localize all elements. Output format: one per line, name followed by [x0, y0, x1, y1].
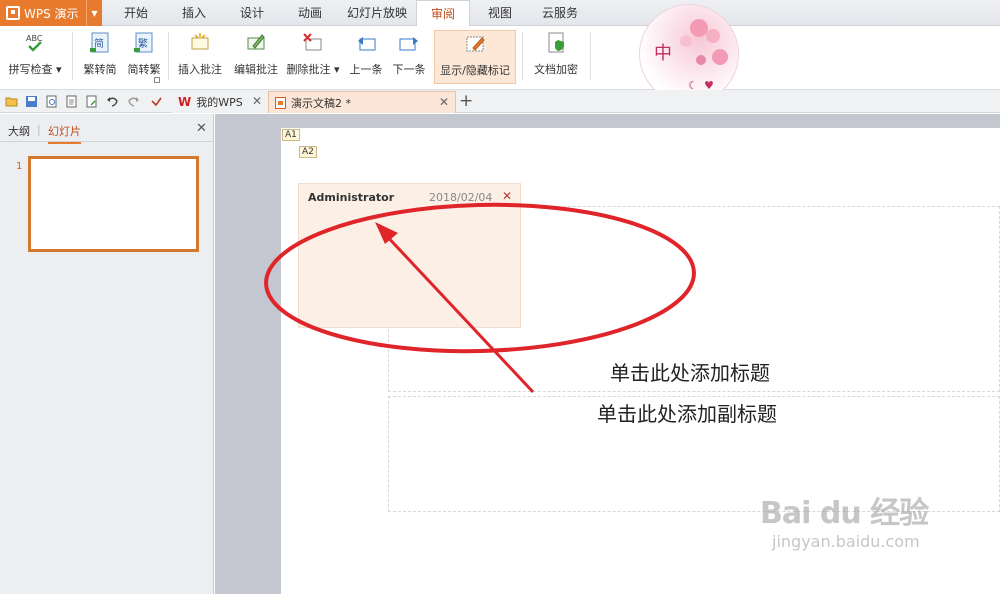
quick-access-toolbar: W 我的WPS ✕ 演示文稿2 * ✕ +: [0, 90, 1000, 113]
encrypt-doc-button[interactable]: 文档加密: [528, 30, 584, 84]
comment-marker-a1[interactable]: A1: [282, 129, 300, 141]
customize-toolbar-icon[interactable]: [150, 95, 163, 108]
delete-comment-icon: [303, 33, 322, 51]
next-comment-label: 下一条: [392, 63, 426, 76]
print-icon[interactable]: [65, 95, 78, 108]
spell-check-label: 拼写检查 ▾: [8, 63, 62, 76]
wps-w-icon: W: [178, 95, 192, 109]
slide-thumbnail[interactable]: [28, 156, 199, 252]
app-menu-button[interactable]: WPS 演示 ▼: [0, 0, 102, 26]
slide-number: 1: [16, 161, 23, 172]
edit-comment-icon: [247, 34, 265, 50]
show-hide-markup-label: 显示/隐藏标记: [440, 64, 510, 77]
ribbon: ABC 拼写检查 ▾ 简 繁转简 繁 简转繁 插入批注 编辑批注 删除批注 ▾ …: [0, 26, 1000, 90]
prev-comment-button[interactable]: 上一条: [345, 30, 387, 84]
presentation-file-icon: [275, 96, 286, 109]
tab-slideshow[interactable]: 幻灯片放映: [345, 0, 409, 26]
close-pane-icon[interactable]: ✕: [196, 121, 207, 136]
simp-to-trad-button[interactable]: 繁 简转繁: [122, 30, 166, 84]
skin-decoration-image: 中 ☾ ♥: [639, 4, 739, 104]
export-icon[interactable]: [85, 95, 98, 108]
simp-to-trad-icon: 繁: [134, 32, 153, 53]
skin-char: 中: [654, 43, 672, 64]
watermark-main: Bai du 经验: [760, 496, 929, 531]
dialog-launcher-icon[interactable]: [154, 77, 160, 83]
next-comment-button[interactable]: 下一条: [388, 30, 430, 84]
comment-date: 2018/02/04: [429, 191, 493, 204]
baidu-watermark: Bai du 经验 jingyan.baidu.com: [760, 488, 929, 551]
doc-tab-presentation[interactable]: 演示文稿2 * ✕: [268, 91, 456, 113]
pane-tabs: 大纲 | 幻灯片 ✕: [0, 114, 213, 144]
open-folder-icon[interactable]: [5, 95, 18, 108]
subtitle-placeholder[interactable]: 单击此处添加副标题: [597, 398, 777, 427]
app-name: WPS 演示: [24, 6, 79, 21]
prev-comment-icon: [358, 37, 376, 51]
insert-comment-label: 插入批注: [178, 63, 222, 76]
trad-to-simp-button[interactable]: 简 繁转简: [78, 30, 122, 84]
tab-insert[interactable]: 插入: [176, 0, 212, 26]
insert-comment-button[interactable]: 插入批注: [174, 30, 226, 84]
undo-icon[interactable]: [106, 95, 119, 108]
new-tab-icon[interactable]: +: [459, 91, 473, 111]
encrypt-doc-icon: [548, 32, 564, 53]
save-icon[interactable]: [25, 95, 38, 108]
show-hide-markup-button[interactable]: 显示/隐藏标记: [434, 30, 516, 84]
pane-tab-divider: |: [37, 123, 41, 136]
trad-to-simp-icon: 简: [90, 32, 109, 53]
tab-outline[interactable]: 大纲: [8, 123, 30, 139]
menu-bar: WPS 演示 ▼ 开始 插入 设计 动画 幻灯片放映 审阅 视图 云服务: [0, 0, 1000, 27]
tab-design[interactable]: 设计: [234, 0, 270, 26]
comment-marker-a2[interactable]: A2: [299, 146, 317, 158]
spell-check-button[interactable]: ABC 拼写检查 ▾: [4, 30, 66, 84]
close-icon[interactable]: ✕: [252, 94, 262, 108]
show-hide-markup-icon: [466, 36, 485, 52]
delete-comment-label: 删除批注 ▾: [286, 63, 340, 76]
encrypt-doc-label: 文档加密: [534, 63, 578, 76]
title-placeholder[interactable]: 单击此处添加标题: [610, 357, 770, 386]
spell-check-icon: ABC: [26, 34, 43, 52]
watermark-sub: jingyan.baidu.com: [772, 532, 920, 551]
tab-review[interactable]: 审阅: [416, 0, 470, 27]
prev-comment-label: 上一条: [349, 63, 383, 76]
tab-cloud[interactable]: 云服务: [536, 0, 584, 26]
wps-logo-icon: [6, 6, 20, 20]
simp-to-trad-label: 简转繁: [127, 63, 161, 76]
tab-start[interactable]: 开始: [118, 0, 154, 26]
trad-to-simp-label: 繁转简: [83, 63, 117, 76]
tab-slides[interactable]: 幻灯片: [48, 123, 81, 144]
close-icon[interactable]: ✕: [439, 95, 449, 109]
print-preview-icon[interactable]: [45, 95, 58, 108]
edit-comment-button[interactable]: 编辑批注: [230, 30, 282, 84]
comment-box[interactable]: Administrator 2018/02/04 ✕: [298, 183, 521, 328]
tab-animation[interactable]: 动画: [292, 0, 328, 26]
close-comment-icon[interactable]: ✕: [502, 189, 512, 203]
redo-icon[interactable]: [127, 95, 140, 108]
doc-tab-my-wps[interactable]: W 我的WPS ✕: [172, 91, 268, 113]
insert-comment-icon: [191, 33, 209, 50]
chevron-down-icon[interactable]: ▼: [86, 0, 102, 26]
doc-tab-label: 演示文稿2 *: [291, 96, 351, 110]
tab-view[interactable]: 视图: [482, 0, 518, 26]
delete-comment-button[interactable]: 删除批注 ▾: [284, 30, 342, 84]
next-comment-icon: [399, 37, 418, 51]
edit-comment-label: 编辑批注: [234, 63, 278, 76]
doc-tab-label: 我的WPS: [196, 96, 243, 109]
slide-navigation-pane: 大纲 | 幻灯片 ✕ 1: [0, 114, 214, 594]
comment-author: Administrator: [308, 191, 395, 204]
